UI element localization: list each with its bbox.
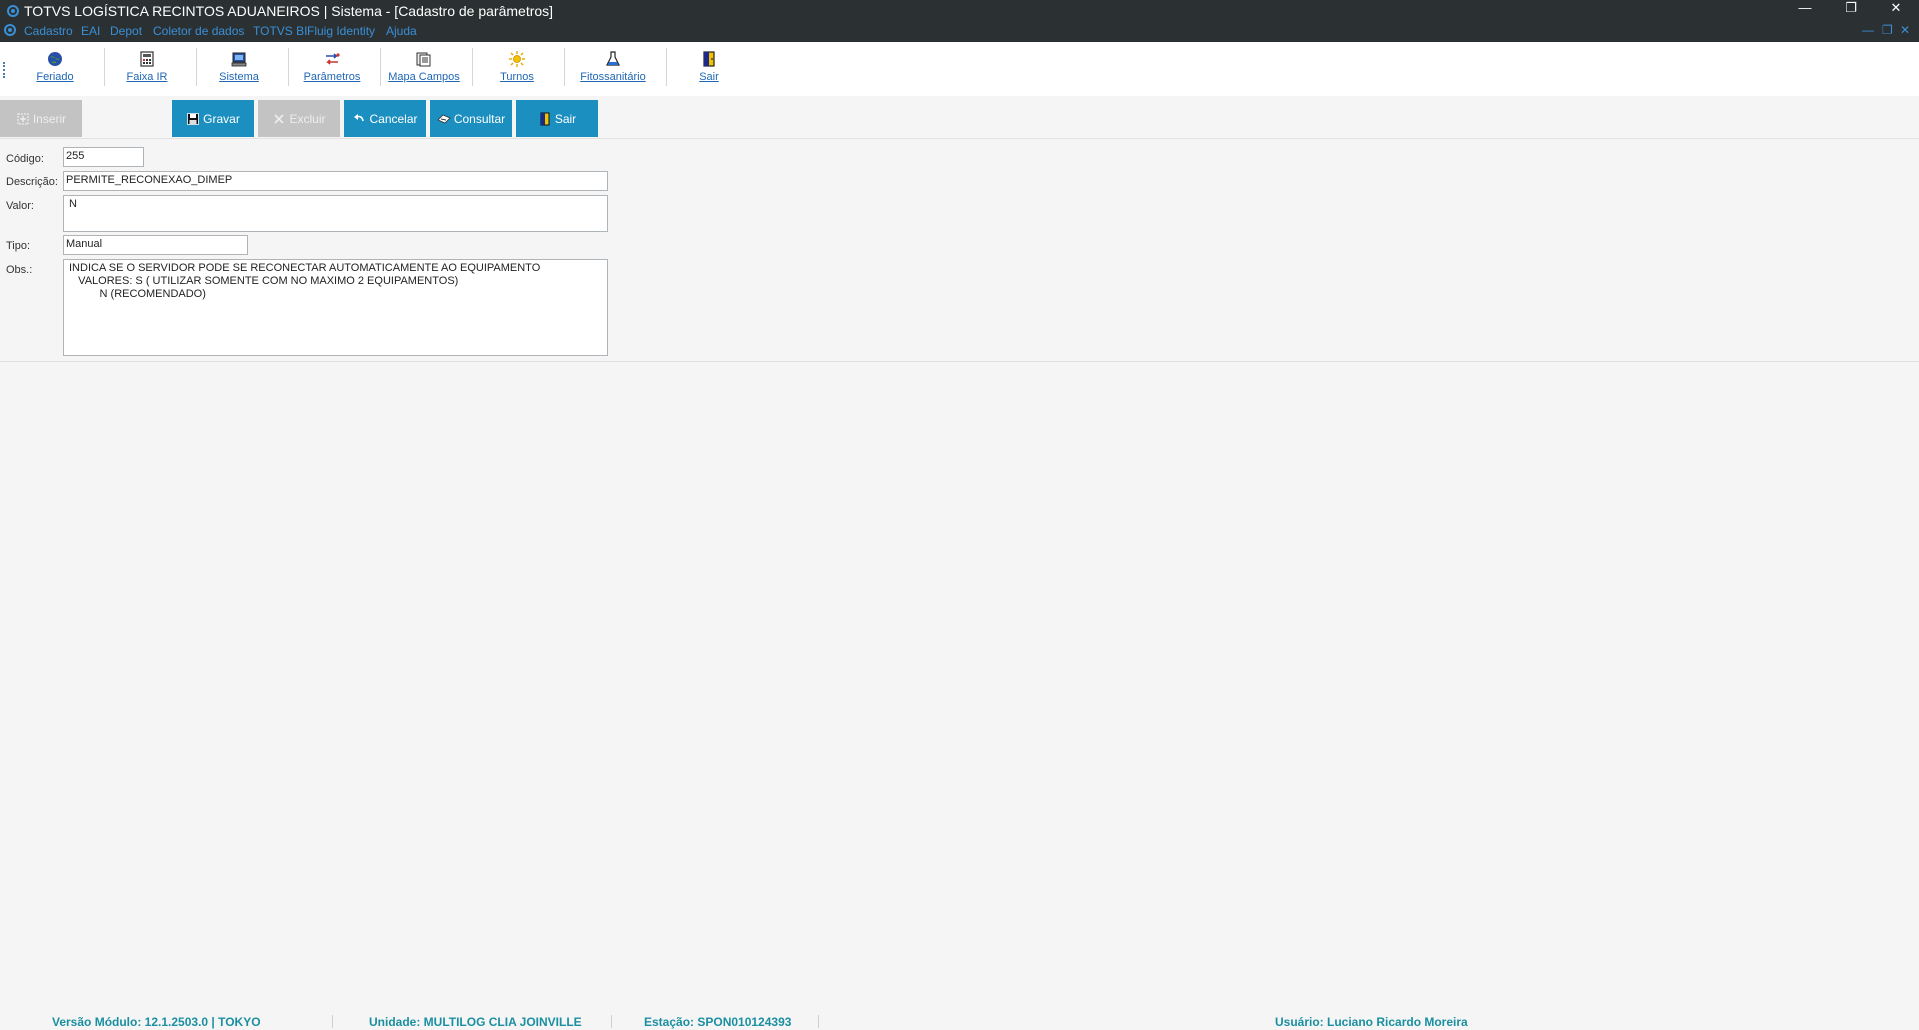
sair-button-label: Sair — [554, 111, 577, 126]
menu-ajuda[interactable]: Ajuda — [386, 24, 417, 38]
menu-depot[interactable]: Depot — [110, 24, 142, 38]
exit-door-icon — [540, 112, 550, 125]
toolbar-sair[interactable]: Sair — [676, 46, 742, 90]
sair-button[interactable]: Sair — [516, 100, 598, 137]
globe-icon — [48, 52, 62, 66]
window-title: TOTVS LOGÍSTICA RECINTOS ADUANEIROS | Si… — [24, 3, 554, 19]
inserir-button[interactable]: Inserir — [0, 100, 82, 137]
codigo-label: Código: — [6, 153, 44, 165]
toolbar-fitossanitario[interactable]: Fitossanitário — [574, 46, 652, 90]
status-estacao: Estação: SPON010124393 — [644, 1015, 792, 1029]
sun-icon — [509, 51, 525, 67]
toolbar-divider — [380, 48, 381, 86]
toolbar-divider — [472, 48, 473, 86]
toolbar-fitossanitario-label: Fitossanitário — [580, 71, 646, 83]
delete-x-icon — [274, 113, 285, 124]
status-divider — [818, 1015, 819, 1028]
obs-label: Obs.: — [6, 264, 33, 276]
status-usuario: Usuário: Luciano Ricardo Moreira — [1275, 1015, 1468, 1029]
app-gear-icon — [7, 5, 19, 17]
toolbar-sistema[interactable]: Sistema — [206, 46, 272, 90]
insert-icon — [17, 112, 29, 125]
exit-door-icon — [703, 51, 715, 67]
codigo-field[interactable]: 255 — [63, 147, 144, 167]
descricao-field[interactable]: PERMITE_RECONEXAO_DIMEP — [63, 171, 608, 191]
valor-field[interactable]: N — [63, 195, 608, 232]
excluir-button-label: Excluir — [289, 111, 326, 126]
consultar-button-label: Consultar — [453, 111, 506, 126]
menu-bar: Cadastro EAI Depot Coletor de dados TOTV… — [0, 22, 1919, 40]
toolbar-faixa-ir[interactable]: Faixa IR — [114, 46, 180, 90]
map-fields-icon — [416, 52, 431, 67]
restore-button[interactable]: ❐ — [1828, 0, 1874, 20]
status-versao: Versão Módulo: 12.1.2503.0 | TOKYO — [52, 1015, 261, 1029]
toolbar-faixa-ir-label: Faixa IR — [126, 71, 168, 83]
toolbar-parametros[interactable]: Parâmetros — [296, 46, 368, 90]
mdi-restore-button[interactable]: ❐ — [1882, 23, 1893, 37]
toolbar-divider — [288, 48, 289, 86]
excluir-button[interactable]: Excluir — [258, 100, 340, 137]
cancelar-button[interactable]: Cancelar — [344, 100, 426, 137]
tipo-label: Tipo: — [6, 240, 31, 252]
close-button[interactable]: ✕ — [1873, 0, 1919, 20]
toolbar-turnos-label: Turnos — [500, 71, 534, 83]
calculator-icon — [140, 51, 154, 67]
toolbar-feriado-label: Feriado — [36, 71, 74, 83]
computer-icon — [231, 52, 247, 67]
action-bar: Inserir Gravar Excluir Cancelar Consulta… — [0, 99, 1919, 139]
gravar-button[interactable]: Gravar — [172, 100, 254, 137]
parameter-form: Código: 255 Descrição: PERMITE_RECONEXAO… — [0, 140, 1919, 362]
toolbar-mapa-campos-label: Mapa Campos — [388, 71, 460, 83]
toolbar-grip[interactable] — [3, 62, 6, 78]
save-icon — [187, 112, 200, 125]
descricao-label: Descrição: — [6, 176, 58, 188]
status-divider — [611, 1015, 612, 1028]
mdi-close-button[interactable]: ✕ — [1900, 23, 1910, 37]
cancelar-button-label: Cancelar — [369, 111, 418, 126]
toolbar-sistema-label: Sistema — [219, 71, 259, 83]
toolbar-mapa-campos[interactable]: Mapa Campos — [386, 46, 462, 90]
toolbar-divider — [666, 48, 667, 86]
toolbar: Feriado Faixa IR Sistema Parâmetros Mapa… — [0, 42, 1919, 96]
toolbar-divider — [564, 48, 565, 86]
menu-eai[interactable]: EAI — [81, 24, 100, 38]
gravar-button-label: Gravar — [203, 111, 240, 126]
obs-field[interactable]: INDICA SE O SERVIDOR PODE SE RECONECTAR … — [63, 259, 608, 356]
valor-label: Valor: — [6, 200, 34, 212]
tipo-field[interactable]: Manual — [63, 235, 248, 255]
consultar-button[interactable]: Consultar — [430, 100, 512, 137]
status-unidade: Unidade: MULTILOG CLIA JOINVILLE — [369, 1015, 582, 1029]
mdi-minimize-button[interactable]: — — [1862, 23, 1874, 37]
parameters-icon — [326, 53, 340, 65]
binoculars-icon — [437, 114, 451, 123]
menu-coletor-de-dados[interactable]: Coletor de dados — [153, 24, 244, 38]
status-divider — [332, 1015, 333, 1028]
toolbar-divider — [104, 48, 105, 86]
undo-icon — [354, 113, 365, 121]
toolbar-feriado[interactable]: Feriado — [22, 46, 88, 90]
minimize-button[interactable]: — — [1782, 0, 1828, 20]
toolbar-divider — [196, 48, 197, 86]
status-bar: Versão Módulo: 12.1.2503.0 | TOKYO Unida… — [0, 1013, 1919, 1030]
menu-gear-icon[interactable] — [3, 23, 17, 37]
flask-icon — [606, 51, 620, 66]
toolbar-sair-label: Sair — [699, 71, 719, 83]
inserir-button-label: Inserir — [32, 111, 67, 126]
menu-fluig-identity[interactable]: Fluig Identity — [307, 24, 375, 38]
toolbar-turnos[interactable]: Turnos — [484, 46, 550, 90]
title-bar: TOTVS LOGÍSTICA RECINTOS ADUANEIROS | Si… — [0, 0, 1919, 42]
menu-totvs-bi[interactable]: TOTVS BI — [253, 24, 307, 38]
menu-cadastro[interactable]: Cadastro — [24, 24, 73, 38]
toolbar-parametros-label: Parâmetros — [303, 71, 361, 83]
